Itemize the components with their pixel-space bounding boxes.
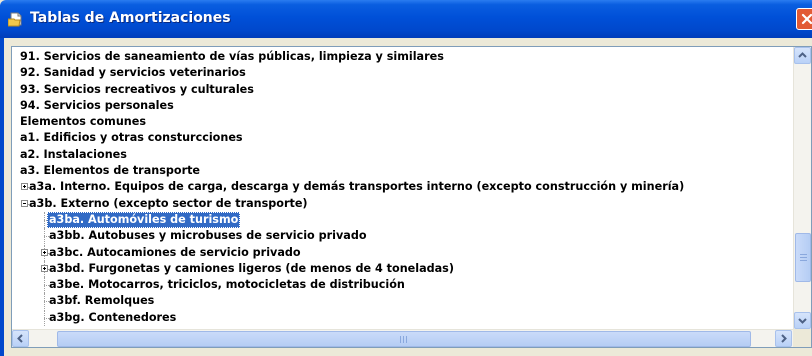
tree-rows: 91. Servicios de saneamiento de vías púb… bbox=[12, 49, 792, 326]
tree-item[interactable]: a3bb. Autobuses y microbuses de servicio… bbox=[12, 228, 792, 245]
tree-item-label: a3bc. Autocamiones de servicio privado bbox=[49, 245, 301, 259]
tree-item-label: 91. Servicios de saneamiento de vías púb… bbox=[20, 50, 444, 63]
horizontal-scroll-thumb[interactable] bbox=[57, 331, 751, 347]
tree-item[interactable]: a3a. Interno. Equipos de carga, descarga… bbox=[12, 179, 792, 195]
scroll-left-button[interactable] bbox=[12, 330, 29, 347]
close-button[interactable] bbox=[796, 8, 812, 30]
scroll-down-button[interactable] bbox=[794, 312, 811, 329]
vertical-scrollbar[interactable] bbox=[793, 47, 811, 329]
tree-item-label: a2. Instalaciones bbox=[20, 147, 127, 161]
tree-item[interactable]: 93. Servicios recreativos y culturales bbox=[12, 82, 792, 98]
tree-item-label: a3bg. Contenedores bbox=[49, 310, 177, 324]
tree-connector bbox=[44, 228, 45, 245]
tree-item[interactable]: a3b. Externo (excepto sector de transpor… bbox=[12, 196, 792, 212]
tree-item-label: a3b. Externo (excepto sector de transpor… bbox=[29, 196, 308, 210]
tree-item-label: Elementos comunes bbox=[20, 115, 147, 129]
tree-item[interactable]: a3bc. Autocamiones de servicio privado bbox=[12, 244, 792, 261]
tree-item-label: a3. Elementos de transporte bbox=[20, 164, 201, 178]
chevron-right-icon bbox=[781, 334, 787, 343]
folder-document-icon bbox=[7, 11, 24, 27]
tree-item-label: a3be. Motocarros, triciclos, motocicleta… bbox=[49, 278, 405, 292]
tree-item[interactable]: 91. Servicios de saneamiento de vías púb… bbox=[12, 49, 792, 65]
tree-connector bbox=[44, 309, 45, 326]
chevron-left-icon bbox=[17, 334, 23, 343]
window-title: Tablas de Amortizaciones bbox=[30, 10, 231, 26]
tree-item-label: a1. Edificios y otras consturcciones bbox=[20, 131, 243, 145]
tree-item[interactable]: a1. Edificios y otras consturcciones bbox=[12, 130, 792, 146]
tree-item-label: a3a. Interno. Equipos de carga, descarga… bbox=[29, 180, 685, 194]
horizontal-scrollbar[interactable] bbox=[12, 329, 793, 347]
tree-item-label: a3bb. Autobuses y microbuses de servicio… bbox=[49, 229, 367, 243]
tree-item[interactable]: 92. Sanidad y servicios veterinarios bbox=[12, 65, 792, 81]
scroll-right-button[interactable] bbox=[775, 330, 792, 347]
tree-item-label: 93. Servicios recreativos y culturales bbox=[20, 82, 254, 96]
tree-item[interactable]: a2. Instalaciones bbox=[12, 147, 792, 163]
tree-item[interactable]: Elementos comunes bbox=[12, 114, 792, 130]
grip-line bbox=[403, 336, 404, 343]
grip-line bbox=[800, 260, 807, 261]
window-frame bbox=[0, 38, 4, 356]
tree-item-label: a3bf. Remolques bbox=[49, 294, 155, 308]
grip-line bbox=[400, 336, 401, 343]
tree-connector bbox=[44, 277, 45, 294]
window: Tablas de Amortizaciones 91. Servicios d… bbox=[0, 0, 812, 356]
tree-item[interactable]: a3ba. Automóviles de turismo bbox=[12, 211, 792, 228]
tree-item-label: 92. Sanidad y servicios veterinarios bbox=[20, 66, 246, 80]
tree-item[interactable]: 94. Servicios personales bbox=[12, 98, 792, 114]
tree-item-label-selected: a3ba. Automóviles de turismo bbox=[47, 211, 241, 228]
scroll-up-button[interactable] bbox=[794, 47, 811, 64]
tree-item[interactable]: a3bg. Contenedores bbox=[12, 309, 792, 326]
tree-item[interactable]: a3. Elementos de transporte bbox=[12, 163, 792, 179]
tree-item[interactable]: a3bd. Furgonetas y camiones ligeros (de … bbox=[12, 260, 792, 277]
chevron-down-icon bbox=[798, 318, 807, 324]
tree-item[interactable]: a3be. Motocarros, triciclos, motocicleta… bbox=[12, 277, 792, 294]
tree-item-label: 94. Servicios personales bbox=[20, 98, 174, 112]
chevron-up-icon bbox=[798, 52, 807, 58]
tree-item[interactable]: a3bf. Remolques bbox=[12, 293, 792, 310]
grip-line bbox=[406, 336, 407, 343]
amortization-tree-view[interactable]: 91. Servicios de saneamiento de vías púb… bbox=[11, 46, 812, 348]
grip-line bbox=[800, 257, 807, 258]
title-bar[interactable]: Tablas de Amortizaciones bbox=[0, 0, 812, 38]
tree-item-label: a3bd. Furgonetas y camiones ligeros (de … bbox=[49, 261, 454, 275]
scrollbar-corner bbox=[793, 329, 811, 347]
tree-connector bbox=[44, 211, 45, 228]
vertical-scroll-thumb[interactable] bbox=[795, 233, 811, 282]
tree-connector bbox=[44, 293, 45, 310]
grip-line bbox=[800, 254, 807, 255]
